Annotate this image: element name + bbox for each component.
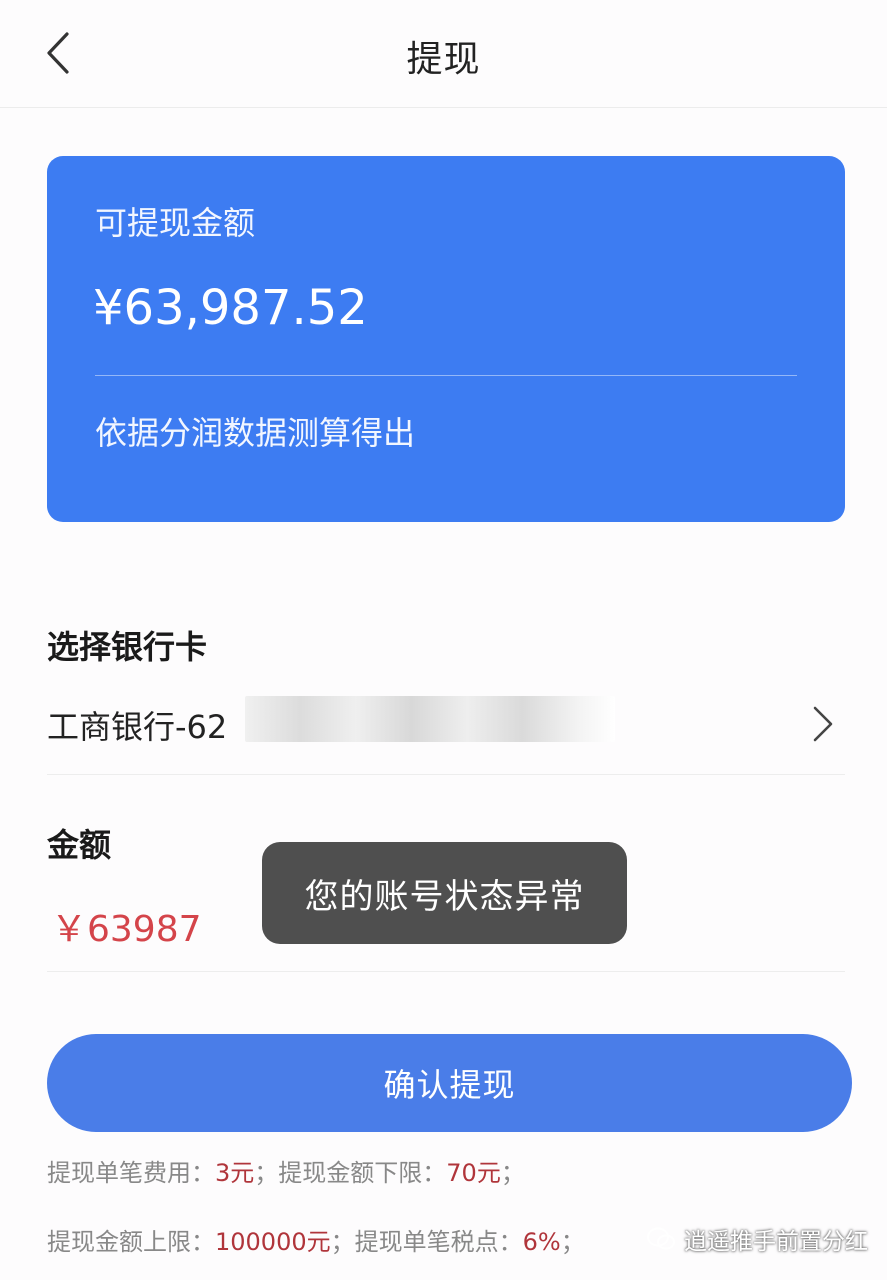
max-value: 100000元 (215, 1228, 331, 1256)
selected-bank-card: 工商银行-62 (47, 708, 228, 746)
wechat-icon (647, 1227, 675, 1250)
fee-label: 提现单笔费用： (47, 1159, 215, 1187)
fee-info-line-1: 提现单笔费用：3元；提现金额下限：70元； (47, 1153, 525, 1188)
balance-note: 依据分润数据测算得出 (95, 414, 416, 452)
separator: ； (254, 1159, 279, 1187)
card-number-mask (245, 696, 615, 742)
top-navigation-bar: 提现 (0, 0, 887, 108)
min-label: 提现金额下限： (278, 1159, 447, 1187)
tax-label: 提现单笔税点： (354, 1228, 523, 1256)
bank-section-title: 选择银行卡 (47, 628, 208, 666)
max-label: 提现金额上限： (47, 1228, 215, 1256)
page-title: 提现 (406, 39, 481, 80)
separator: ； (500, 1159, 525, 1187)
chevron-right-icon (813, 706, 833, 742)
bank-card-selector[interactable]: 工商银行-62 (47, 670, 845, 775)
balance-card: 可提现金额 ¥63,987.52 依据分润数据测算得出 (47, 156, 845, 522)
amount-input[interactable]: ￥63987 (51, 900, 202, 952)
toast-message: 您的账号状态异常 (262, 842, 627, 944)
amount-section-title: 金额 (47, 826, 112, 864)
tax-value: 6% (522, 1228, 561, 1256)
separator: ； (560, 1228, 585, 1256)
fee-value: 3元 (215, 1159, 255, 1187)
separator: ； (330, 1228, 355, 1256)
balance-amount: ¥63,987.52 (93, 280, 368, 336)
confirm-withdraw-button[interactable]: 确认提现 (47, 1034, 852, 1132)
balance-label: 可提现金额 (95, 204, 256, 242)
fee-info-line-2: 提现金额上限：100000元；提现单笔税点：6%； (47, 1222, 585, 1257)
watermark-text: 逍遥推手前置分红 (684, 1229, 868, 1255)
min-value: 70元 (446, 1159, 501, 1187)
card-divider (95, 375, 797, 376)
watermark: 逍遥推手前置分红 (646, 1222, 868, 1256)
